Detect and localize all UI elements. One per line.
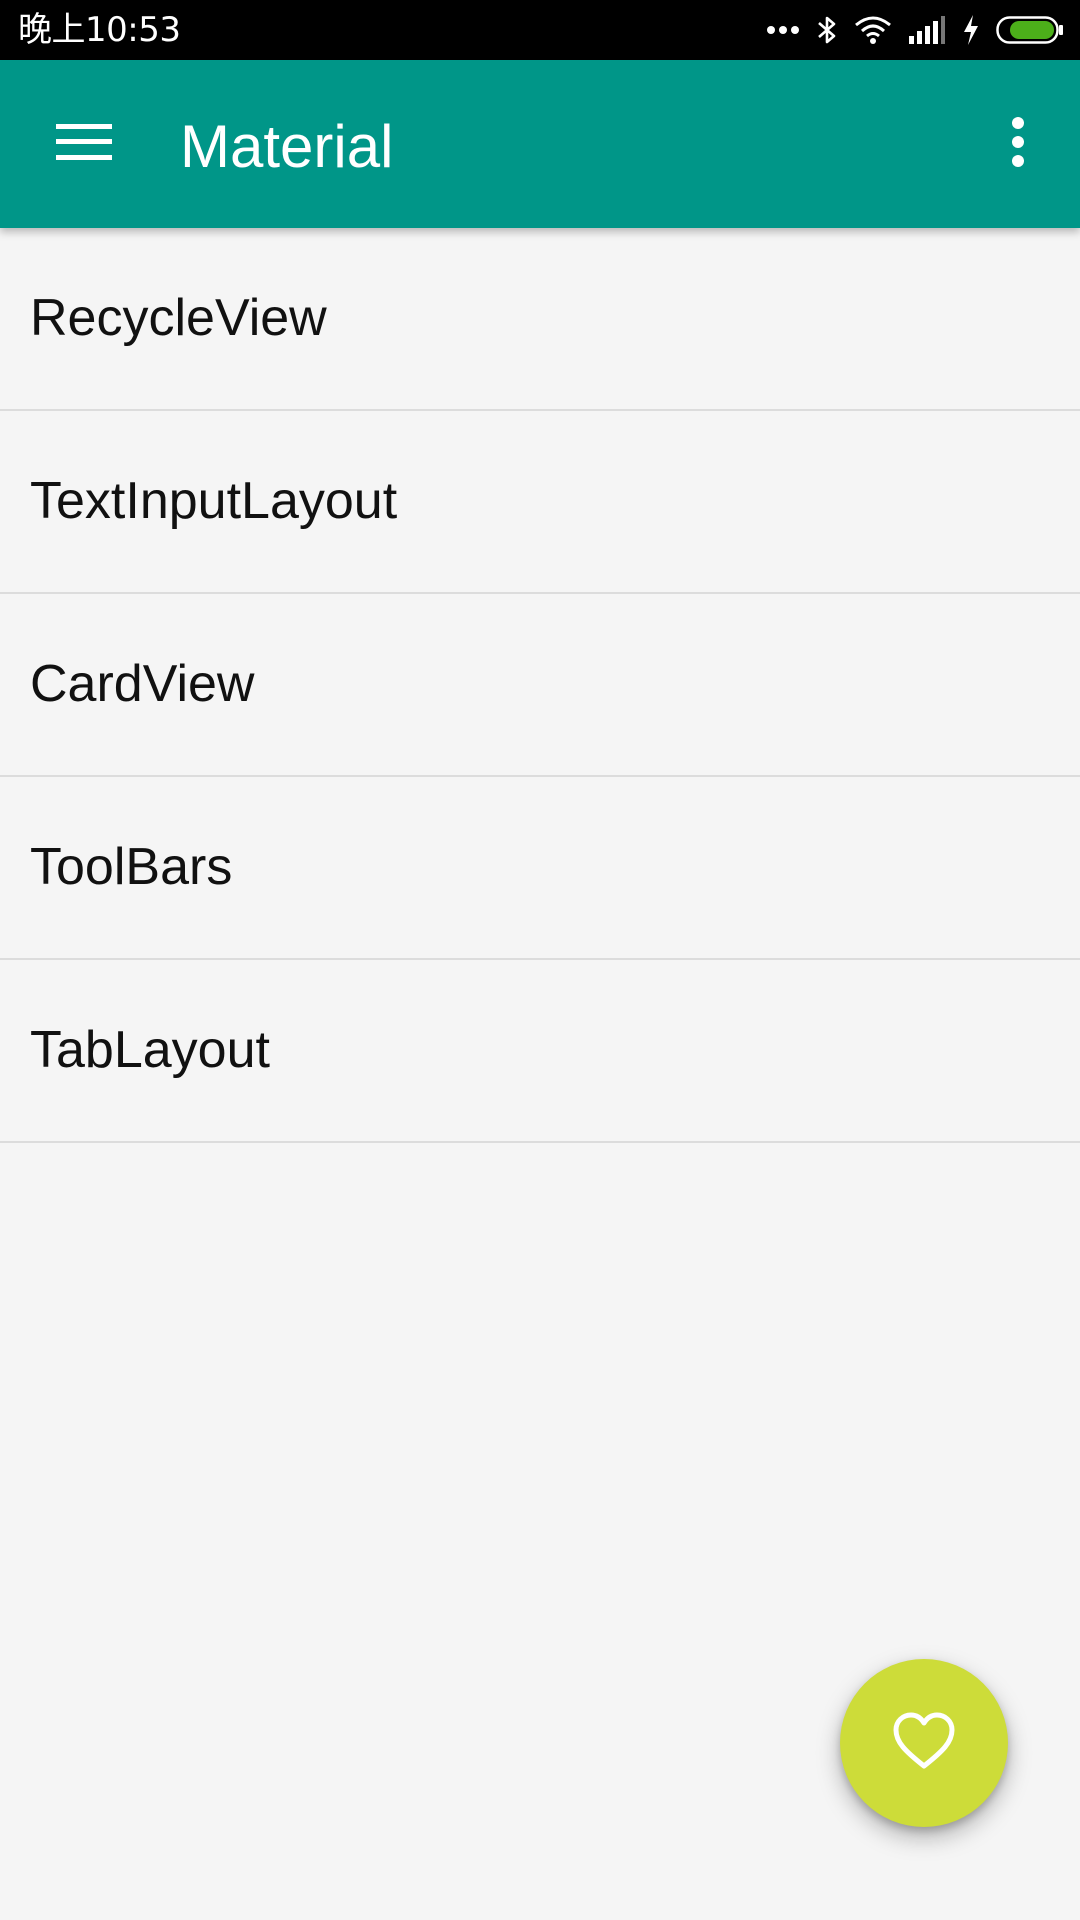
app-title: Material	[180, 113, 394, 180]
bluetooth-icon	[816, 14, 838, 46]
list-item-recycleview[interactable]: RecycleView	[0, 228, 1080, 411]
status-time: 晚上10:53	[18, 10, 181, 50]
list-item-label: CardView	[30, 655, 255, 713]
list-item-label: ToolBars	[30, 838, 233, 896]
battery-icon	[996, 15, 1064, 45]
list-item-textinputlayout[interactable]: TextInputLayout	[0, 411, 1080, 594]
overflow-menu-button[interactable]	[986, 104, 1050, 184]
favorite-fab[interactable]	[840, 1659, 1008, 1827]
list-item-toolbars[interactable]: ToolBars	[0, 777, 1080, 960]
list-item-tablayout[interactable]: TabLayout	[0, 960, 1080, 1143]
wifi-icon	[854, 15, 892, 45]
heart-icon	[891, 1711, 957, 1776]
app-bar: Material	[0, 60, 1080, 228]
charging-icon	[962, 15, 980, 45]
menu-button[interactable]	[40, 104, 128, 184]
screen: 晚上10:53 Material RecycleView TextInputLa…	[0, 0, 1080, 1920]
more-notifications-icon	[766, 25, 800, 35]
component-list: RecycleView TextInputLayout CardView Too…	[0, 228, 1080, 1143]
status-bar: 晚上10:53	[0, 0, 1080, 60]
signal-icon	[908, 16, 946, 44]
list-item-cardview[interactable]: CardView	[0, 594, 1080, 777]
list-item-label: TabLayout	[30, 1021, 270, 1079]
more-vert-icon	[1010, 116, 1026, 173]
status-icons	[766, 12, 1064, 48]
hamburger-menu-icon	[56, 122, 112, 167]
list-item-label: RecycleView	[30, 289, 327, 347]
list-item-label: TextInputLayout	[30, 472, 398, 530]
